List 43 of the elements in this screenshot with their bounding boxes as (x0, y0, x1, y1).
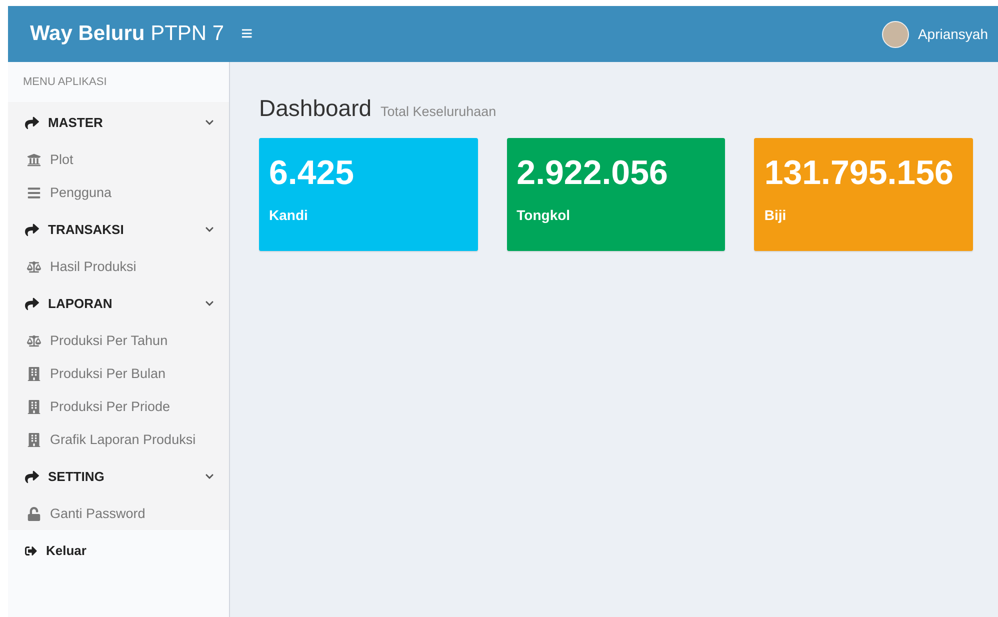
chevron-icon (205, 225, 214, 234)
list-icon (27, 186, 41, 200)
stat-value: 2.922.056 (516, 154, 669, 193)
share-arrow-icon (25, 222, 39, 236)
scales-icon (27, 260, 41, 274)
brand-title: Way Beluru PTPN 7 (29, 22, 226, 46)
chevron-icon (205, 299, 214, 308)
sign-out-icon (25, 544, 37, 556)
stat-label: Biji (764, 207, 788, 223)
share-arrow-icon (25, 296, 39, 310)
menu-item[interactable]: Ganti Password (8, 497, 229, 530)
menu-heading: MENU APLIKASI (8, 62, 229, 102)
avatar-icon[interactable] (882, 20, 909, 48)
stat-value: 6.425 (269, 154, 356, 193)
chevron-icon (205, 118, 214, 127)
share-arrow-icon (25, 470, 39, 484)
building-icon (27, 366, 41, 380)
user-name[interactable]: Apriansyah (918, 26, 988, 42)
menu-item[interactable]: Grafik Laporan Produksi (8, 423, 229, 456)
menu-toggle-button[interactable]: ≡ (231, 22, 263, 46)
chevron-icon (205, 472, 214, 481)
menu-item[interactable]: Produksi Per Priode (8, 390, 229, 423)
padlock-icon (27, 506, 41, 520)
menu-section[interactable]: LAPORAN (8, 283, 229, 324)
bank-building-icon (27, 152, 41, 166)
page-title: Dashboard (259, 95, 372, 122)
stat-label: Kandi (269, 207, 309, 223)
stat-value: 131.795.156 (764, 154, 954, 193)
menu-item[interactable]: Plot (8, 143, 229, 176)
share-arrow-icon (25, 116, 39, 130)
menu-item[interactable]: Hasil Produksi (8, 250, 229, 283)
building-icon (27, 400, 41, 414)
logout-link[interactable]: Keluar (8, 530, 102, 571)
menu-item[interactable]: Produksi Per Tahun (8, 324, 229, 357)
menu-section[interactable]: SETTING (8, 456, 229, 497)
menu-item[interactable]: Pengguna (8, 176, 229, 209)
page-subtitle: Total Keseluruhaan (380, 104, 496, 119)
menu-section[interactable]: TRANSAKSI (8, 209, 229, 250)
building-icon (27, 432, 41, 446)
stat-label: Tongkol (516, 207, 572, 223)
scales-icon (27, 334, 41, 348)
menu-section[interactable]: MASTER (8, 102, 229, 143)
menu-item[interactable]: Produksi Per Bulan (8, 357, 229, 390)
